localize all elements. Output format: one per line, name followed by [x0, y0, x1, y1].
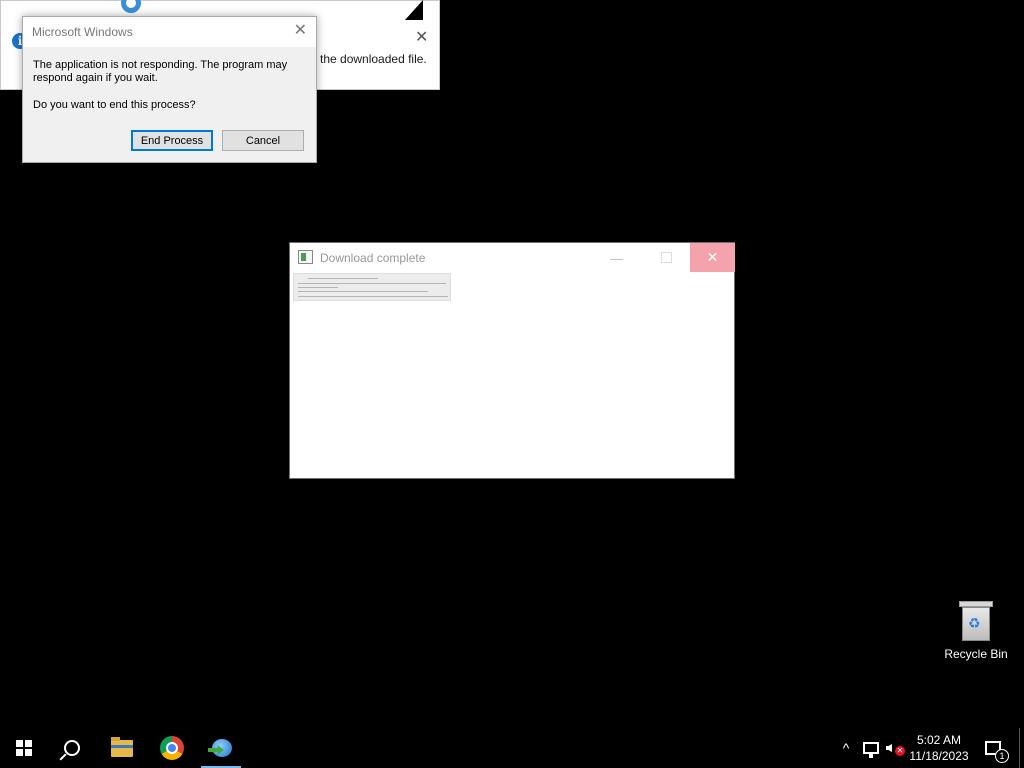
balloon-tail [405, 0, 423, 20]
minimize-icon[interactable]: — [610, 251, 623, 266]
recycle-bin-icon: ♻ [959, 601, 993, 641]
download-window-titlebar[interactable]: Download complete — ✕ [290, 243, 735, 273]
balloon-close-icon[interactable]: ✕ [415, 30, 428, 46]
clock-button[interactable]: 5:02 AM 11/18/2023 [906, 728, 972, 768]
show-hidden-icons-button[interactable]: ^ [836, 728, 856, 768]
dialog-close-icon[interactable]: ✕ [294, 22, 307, 40]
maximize-icon[interactable] [661, 252, 672, 263]
clock-date: 11/18/2023 [909, 749, 969, 763]
dialog-question: Do you want to end this process? [33, 99, 196, 111]
dialog-body: The application is not responding. The p… [23, 47, 316, 111]
not-responding-dialog: Microsoft Windows ✕ The application is n… [22, 16, 317, 163]
windows-logo-icon [16, 740, 32, 756]
chrome-icon [160, 736, 184, 760]
show-desktop-button[interactable] [1019, 728, 1020, 768]
dialog-title: Microsoft Windows [32, 25, 133, 39]
window-content-thumbnail [293, 273, 451, 301]
network-button[interactable] [860, 728, 882, 768]
dialog-message: The application is not responding. The p… [33, 59, 288, 84]
network-icon [863, 742, 879, 758]
internet-download-manager-icon [208, 737, 234, 759]
idm-button[interactable] [197, 728, 245, 768]
window-close-icon[interactable]: ✕ [690, 243, 735, 272]
chrome-button[interactable] [148, 728, 196, 768]
download-complete-window: Download complete — ✕ [289, 242, 735, 479]
end-process-button[interactable]: End Process [131, 130, 213, 151]
folder-icon [111, 736, 133, 757]
file-explorer-button[interactable] [98, 728, 146, 768]
dialog-titlebar[interactable]: Microsoft Windows ✕ [23, 17, 316, 47]
start-button[interactable] [0, 728, 48, 768]
recycle-bin-label: Recycle Bin [944, 647, 1008, 661]
balloon-message: the downloaded file. [320, 52, 427, 66]
taskbar: ^ ✕ 5:02 AM 11/18/2023 1 [0, 728, 1024, 768]
volume-button[interactable]: ✕ [884, 728, 906, 768]
clock-time: 5:02 AM [916, 733, 961, 747]
notifications-icon: 1 [985, 741, 1009, 763]
search-button[interactable] [48, 728, 96, 768]
progress-ring-icon [121, 0, 141, 13]
download-window-title: Download complete [320, 251, 426, 265]
action-center-button[interactable]: 1 [980, 728, 1009, 768]
notification-count-badge: 1 [995, 749, 1009, 763]
recycle-bin[interactable]: ♻ Recycle Bin [942, 601, 1010, 661]
chevron-up-icon: ^ [842, 740, 850, 756]
app-icon [298, 250, 313, 264]
search-icon [64, 740, 80, 756]
cancel-button[interactable]: Cancel [222, 130, 304, 151]
dialog-buttons: End Process Cancel [131, 130, 304, 151]
volume-muted-icon: ✕ [886, 740, 905, 756]
